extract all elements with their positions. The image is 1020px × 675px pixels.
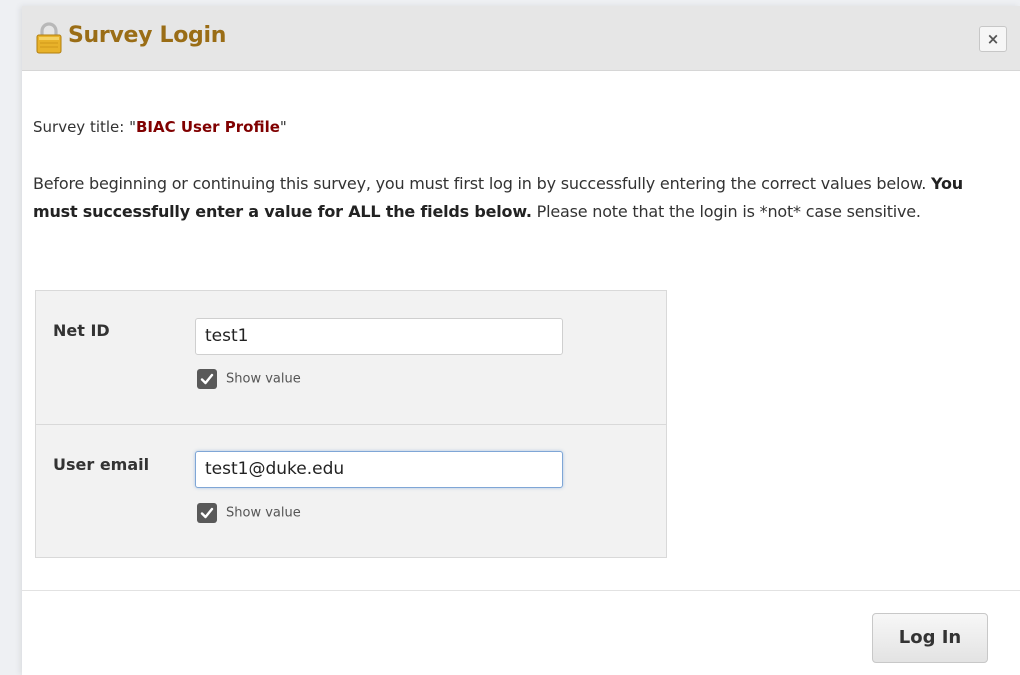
form-row-net-id: Net ID test1 Show value xyxy=(36,291,666,425)
user-email-input[interactable]: test1@duke.edu xyxy=(195,451,563,488)
survey-title-prefix: Survey title: " xyxy=(33,118,136,136)
checkmark-icon xyxy=(200,373,214,385)
dialog-title: Survey Login xyxy=(68,23,227,48)
lock-icon xyxy=(36,22,62,54)
survey-title-name: BIAC User Profile xyxy=(136,118,280,136)
user-email-show-value-checkbox[interactable]: Show value xyxy=(197,503,301,523)
dialog-titlebar: Survey Login × xyxy=(22,6,1020,71)
form-row-user-email: User email test1@duke.edu Show value xyxy=(36,425,666,557)
checkbox-box[interactable] xyxy=(197,503,217,523)
instructions-text-2: Please note that the login is *not* case… xyxy=(531,202,921,221)
instructions-text-1: Before beginning or continuing this surv… xyxy=(33,174,932,193)
show-value-label: Show value xyxy=(226,505,301,521)
show-value-label: Show value xyxy=(226,371,301,387)
login-form: Net ID test1 Show value User email test1… xyxy=(35,290,667,558)
net-id-label: Net ID xyxy=(53,321,110,340)
survey-login-dialog: Survey Login × Survey title: "BIAC User … xyxy=(22,6,1020,675)
survey-title-line: Survey title: "BIAC User Profile" xyxy=(33,118,287,136)
login-instructions: Before beginning or continuing this surv… xyxy=(33,170,983,226)
footer-divider xyxy=(22,590,1020,591)
survey-title-suffix: " xyxy=(279,118,287,136)
user-email-label: User email xyxy=(53,455,150,474)
net-id-show-value-checkbox[interactable]: Show value xyxy=(197,369,301,389)
close-button[interactable]: × xyxy=(979,26,1007,52)
log-in-button[interactable]: Log In xyxy=(872,613,988,663)
checkbox-box[interactable] xyxy=(197,369,217,389)
close-icon: × xyxy=(986,30,1000,48)
checkmark-icon xyxy=(200,507,214,519)
net-id-input[interactable]: test1 xyxy=(195,318,563,355)
